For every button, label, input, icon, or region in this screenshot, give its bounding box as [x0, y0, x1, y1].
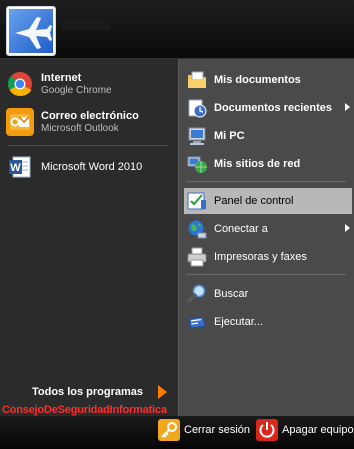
search-icon	[186, 283, 208, 305]
start-menu: Internet Google Chrome Correo electrónic…	[0, 0, 354, 449]
logoff-key-icon	[158, 419, 180, 441]
recent-word[interactable]: W Microsoft Word 2010	[6, 153, 142, 181]
menu-run-label: Ejecutar...	[214, 316, 263, 328]
word-icon: W	[6, 153, 34, 181]
pinned-email-subtitle: Microsoft Outlook	[41, 122, 119, 134]
menu-run[interactable]: Ejecutar...	[184, 309, 352, 335]
airplane-icon	[15, 17, 52, 49]
menu-my-pc-label: Mi PC	[214, 130, 245, 142]
menu-network-places[interactable]: Mis sitios de red	[184, 151, 352, 177]
control-panel-icon	[186, 190, 208, 212]
menu-printers-faxes[interactable]: Impresoras y faxes	[184, 244, 352, 270]
menu-search[interactable]: Buscar	[184, 281, 352, 307]
pinned-internet-title: Internet	[41, 71, 82, 84]
right-separator-1	[186, 181, 346, 182]
menu-recent-documents-label: Documentos recientes	[214, 102, 332, 114]
connect-to-icon	[186, 218, 208, 240]
shutdown-button[interactable]: Apagar equipo	[256, 419, 354, 441]
menu-printers-faxes-label: Impresoras y faxes	[214, 251, 307, 263]
pinned-email[interactable]: Correo electrónico Microsoft Outlook	[6, 108, 139, 136]
all-programs-button[interactable]: Todos los programas	[32, 386, 143, 398]
submenu-arrow-icon	[345, 224, 350, 232]
menu-connect-to[interactable]: Conectar a	[184, 216, 352, 242]
pinned-email-title: Correo electrónico	[41, 109, 139, 122]
my-documents-icon	[186, 69, 208, 91]
shutdown-label: Apagar equipo	[282, 424, 354, 436]
menu-search-label: Buscar	[214, 288, 249, 300]
recent-documents-icon	[186, 97, 208, 119]
all-programs-arrow-icon[interactable]	[158, 385, 167, 399]
left-separator	[8, 145, 168, 146]
menu-my-pc[interactable]: Mi PC	[184, 123, 352, 149]
menu-my-documents[interactable]: Mis documentos	[184, 67, 352, 93]
network-places-icon	[186, 153, 208, 175]
start-menu-header	[0, 0, 354, 59]
svg-text:W: W	[10, 162, 21, 174]
menu-my-documents-label: Mis documentos	[214, 74, 301, 86]
pinned-internet-subtitle: Google Chrome	[41, 84, 112, 96]
outlook-icon	[6, 108, 34, 136]
menu-control-panel-label: Panel de control	[214, 195, 294, 207]
logoff-button[interactable]: Cerrar sesión	[158, 419, 250, 441]
pinned-internet[interactable]: Internet Google Chrome	[6, 70, 112, 98]
recent-word-title: Microsoft Word 2010	[41, 160, 143, 173]
chrome-icon	[6, 70, 34, 98]
right-separator-2	[186, 274, 346, 275]
printer-icon	[186, 246, 208, 268]
logoff-label: Cerrar sesión	[184, 424, 251, 436]
user-avatar[interactable]	[6, 6, 56, 56]
power-icon	[256, 419, 278, 441]
menu-control-panel[interactable]: Panel de control	[184, 188, 352, 214]
menu-recent-documents[interactable]: Documentos recientes	[184, 95, 352, 121]
menu-network-places-label: Mis sitios de red	[214, 158, 301, 170]
my-computer-icon	[186, 125, 208, 147]
run-icon	[186, 311, 208, 333]
menu-connect-to-label: Conectar a	[214, 223, 268, 235]
submenu-arrow-icon	[345, 103, 350, 111]
user-name	[62, 18, 110, 30]
watermark-text: ConsejoDeSeguridadInformatica	[2, 404, 167, 416]
